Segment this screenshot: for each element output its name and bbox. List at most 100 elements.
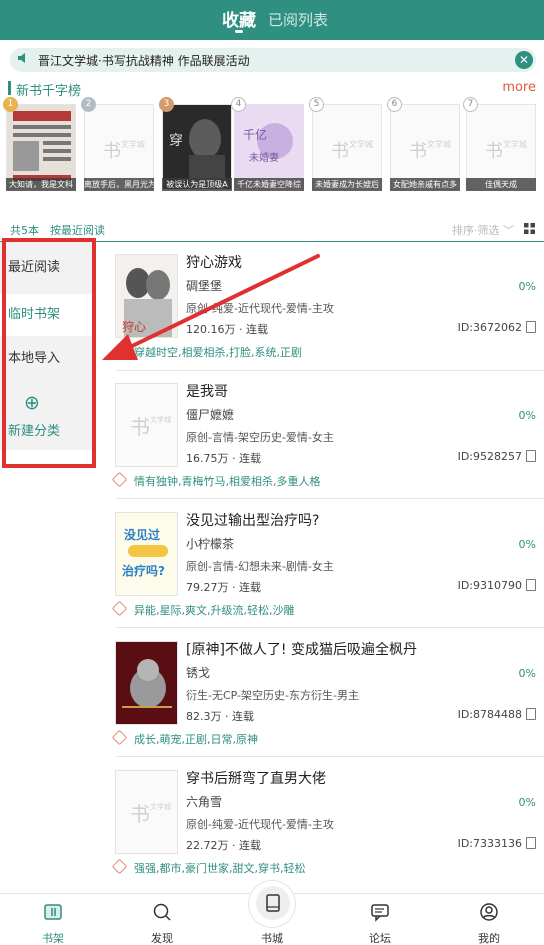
nav-label: 我的 xyxy=(478,932,500,945)
svg-text:书: 书 xyxy=(331,141,349,162)
ranking-list: 大知请，我是文科 1 书文学城 离放手后，黑月光为 2 穿 被误认为是顶级A 3… xyxy=(0,97,544,200)
grid-view-icon[interactable] xyxy=(524,223,535,234)
book-word-count: 79.27万 · 连载 xyxy=(186,581,261,594)
book-tags: 异能,星际,爽文,升级流,轻松,沙雕 xyxy=(134,604,295,617)
book-word-count: 22.72万 · 连载 xyxy=(186,839,261,852)
ranking-caption: 未婚妻成为长嫂后 xyxy=(312,178,382,191)
tag-icon xyxy=(111,471,128,488)
book-cover: 狩心 xyxy=(115,254,178,338)
svg-text:狩心: 狩心 xyxy=(122,319,146,334)
book-progress: 0% xyxy=(518,796,536,809)
nav-label: 书城 xyxy=(261,932,283,945)
book-title: [原神]不做人了! 变成猫后吸遍全枫丹 xyxy=(186,642,417,658)
ranking-item[interactable]: 大知请，我是文科 1 xyxy=(3,97,76,198)
book-category: 原创-言情-架空历史-爱情-女主 xyxy=(186,431,334,444)
ranking-title: 新书千字榜 xyxy=(16,84,82,99)
book-title: 没见过输出型治疗吗? xyxy=(186,513,320,529)
book-word-count: 16.75万 · 连载 xyxy=(186,452,261,465)
book-row[interactable]: 书文学城 穿书后掰弯了直男大佬 六角雪 0% 原创-纯爱-近代现代-爱情-主攻 … xyxy=(106,764,544,892)
row-divider xyxy=(116,498,544,499)
svg-text:千亿: 千亿 xyxy=(243,127,267,142)
book-row[interactable]: 狩心 狩心游戏 碉堡堡 0% 原创-纯爱-近代现代-爱情-主攻 120.16万 … xyxy=(106,248,544,376)
svg-text:治疗吗?: 治疗吗? xyxy=(122,563,165,578)
book-progress: 0% xyxy=(518,409,536,422)
tag-icon xyxy=(111,858,128,875)
book-tags: 强强,都市,豪门世家,甜文,穿书,轻松 xyxy=(134,862,306,875)
bookshelf-icon xyxy=(44,904,62,920)
ranking-item[interactable]: 穿 被误认为是顶级A 3 xyxy=(159,97,232,198)
svg-text:未婚妻: 未婚妻 xyxy=(249,151,279,164)
nav-label: 书架 xyxy=(42,932,64,945)
book-row[interactable]: 书文学城 是我哥 僵尸嬷嬷 0% 原创-言情-架空历史-爱情-女主 16.75万… xyxy=(106,377,544,505)
book-category: 原创-纯爱-近代现代-爱情-主攻 xyxy=(186,302,334,315)
ranking-item[interactable]: 千亿 未婚妻 千亿未婚妻空降综 4 xyxy=(231,97,304,198)
ranking-caption: 离放手后，黑月光为 xyxy=(84,178,154,191)
ranking-item[interactable]: 书文学城 未婚妻成为长嫂后 5 xyxy=(309,97,382,198)
book-category: 原创-纯爱-近代现代-爱情-主攻 xyxy=(186,818,334,831)
document-icon[interactable] xyxy=(526,837,536,849)
ranking-item[interactable]: 书文学城 女配她亲戚有点多 6 xyxy=(387,97,460,198)
ranking-item[interactable]: 书文学城 离放手后，黑月光为 2 xyxy=(81,97,154,198)
svg-text:书: 书 xyxy=(485,141,503,162)
book-title: 是我哥 xyxy=(186,384,228,400)
forum-icon xyxy=(371,904,389,922)
book-title: 狩心游戏 xyxy=(186,255,242,271)
svg-text:书: 书 xyxy=(130,802,150,826)
tab-favorites[interactable]: 收藏 xyxy=(222,6,256,31)
tag-icon xyxy=(111,600,128,617)
book-cover: 没见过 治疗吗? xyxy=(115,512,178,596)
bookstore-center-button[interactable]: ︿ xyxy=(248,880,296,928)
svg-text:文学城: 文学城 xyxy=(427,139,451,149)
rank-badge: 6 xyxy=(387,97,402,112)
document-icon[interactable] xyxy=(526,708,536,720)
rank-badge: 5 xyxy=(309,97,324,112)
speaker-icon xyxy=(16,51,30,69)
book-id: ID:9310790 xyxy=(457,579,522,592)
sort-mode[interactable]: 按最近阅读 xyxy=(50,222,105,238)
document-icon[interactable] xyxy=(526,579,536,591)
chevron-down-icon: ﹀ xyxy=(503,224,514,237)
search-icon xyxy=(153,903,171,921)
svg-text:文学城: 文学城 xyxy=(121,139,145,149)
book-word-count: 82.3万 · 连载 xyxy=(186,710,254,723)
book-word-count: 120.16万 · 连载 xyxy=(186,323,268,336)
tag-icon xyxy=(111,342,128,359)
book-row[interactable]: [原神]不做人了! 变成猫后吸遍全枫丹 锈戈 0% 衍生-无CP-架空历史-东方… xyxy=(106,635,544,763)
book-row[interactable]: 没见过 治疗吗? 没见过输出型治疗吗? 小柠檬茶 0% 原创-言情-幻想未来-剧… xyxy=(106,506,544,634)
announcement-banner[interactable]: 晋江文学城·书写抗战精神 作品联展活动 ✕ xyxy=(10,48,536,72)
book-progress: 0% xyxy=(518,667,536,680)
tag-icon xyxy=(111,729,128,746)
ranking-item[interactable]: 书文学城 佳偶天成 7 xyxy=(463,97,536,198)
rank-badge: 1 xyxy=(3,97,18,112)
book-id: ID:9528257 xyxy=(457,450,522,463)
sort-filter-button[interactable]: 排序·筛选 ﹀ xyxy=(452,222,514,238)
row-divider xyxy=(116,627,544,628)
ranking-caption: 佳偶天成 xyxy=(466,178,536,191)
rank-badge: 3 xyxy=(159,97,174,112)
ranking-caption: 千亿未婚妻空降综 xyxy=(234,178,304,191)
document-icon[interactable] xyxy=(526,450,536,462)
tab-read-list[interactable]: 已阅列表 xyxy=(268,9,328,30)
svg-text:文学城: 文学城 xyxy=(349,139,373,149)
svg-text:穿: 穿 xyxy=(169,133,183,149)
tab-active-indicator xyxy=(235,30,243,33)
svg-text:文学城: 文学城 xyxy=(150,802,171,811)
book-cover xyxy=(115,641,178,725)
row-divider xyxy=(116,756,544,757)
book-author: 锈戈 xyxy=(186,666,211,680)
book-count: 共5本 xyxy=(10,224,39,237)
book-id: ID:7333136 xyxy=(457,837,522,850)
document-icon[interactable] xyxy=(526,321,536,333)
ranking-more-link[interactable]: more xyxy=(502,80,536,95)
bookstore-icon xyxy=(256,886,290,920)
book-id: ID:8784488 xyxy=(457,708,522,721)
svg-text:文学城: 文学城 xyxy=(150,415,171,424)
announcement-text: 晋江文学城·书写抗战精神 作品联展活动 xyxy=(38,54,250,68)
rank-badge: 7 xyxy=(463,97,478,112)
book-category: 衍生-无CP-架空历史-东方衍生-男主 xyxy=(186,689,359,702)
close-icon[interactable]: ✕ xyxy=(515,51,533,69)
nav-label: 论坛 xyxy=(369,932,391,945)
nav-label: 发现 xyxy=(151,932,173,945)
ranking-caption: 被误认为是顶级A xyxy=(162,178,232,191)
book-progress: 0% xyxy=(518,538,536,551)
